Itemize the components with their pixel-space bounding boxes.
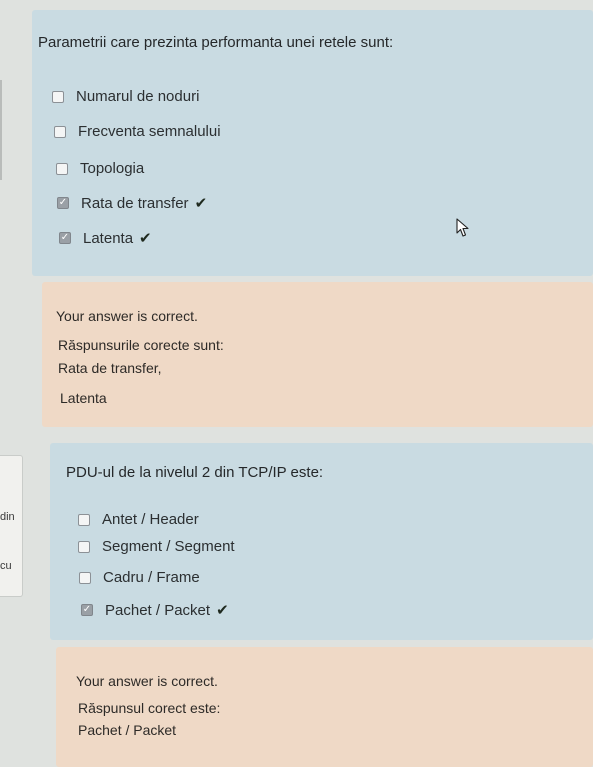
- correct-checkmark-icon: ✔: [139, 230, 152, 247]
- checkbox-icon[interactable]: [52, 90, 64, 103]
- option-label: Latenta: [83, 229, 134, 247]
- question-2-option[interactable]: Segment / Segment: [78, 538, 235, 555]
- question-1-panel: Parametrii care prezinta performanta une…: [32, 10, 593, 276]
- sidebar-fragment: din cu: [0, 455, 23, 597]
- question-1-option[interactable]: ✓ Rata de transfer ✔: [57, 194, 207, 212]
- option-label: Frecventa semnalului: [78, 123, 221, 140]
- feedback-1-status: Your answer is correct.: [56, 308, 198, 324]
- sidebar-fragment-text: din: [0, 511, 15, 523]
- question-1-option[interactable]: Numarul de noduri: [52, 88, 199, 105]
- question-1-option[interactable]: ✓ Latenta ✔: [59, 229, 152, 247]
- checkbox-icon[interactable]: [78, 540, 90, 553]
- correct-checkmark-icon: ✔: [216, 602, 229, 619]
- mouse-pointer-icon: [456, 218, 469, 237]
- question-1-text: Parametrii care prezinta performanta une…: [38, 34, 394, 51]
- feedback-2-status: Your answer is correct.: [76, 673, 218, 689]
- feedback-1-answer: Rata de transfer,: [58, 360, 162, 376]
- option-label: Pachet / Packet: [105, 601, 211, 619]
- checkbox-checked-icon[interactable]: ✓: [59, 232, 71, 244]
- option-label: Cadru / Frame: [103, 569, 200, 586]
- feedback-2-heading: Răspunsul corect este:: [78, 700, 221, 716]
- option-label: Segment / Segment: [102, 538, 235, 555]
- option-label: Topologia: [80, 160, 145, 177]
- question-1-option[interactable]: Topologia: [56, 160, 144, 177]
- feedback-1-heading: Răspunsurile corecte sunt:: [58, 337, 224, 353]
- question-2-text: PDU-ul de la nivelul 2 din TCP/IP este:: [66, 464, 324, 481]
- checkbox-icon[interactable]: [79, 571, 91, 584]
- feedback-2-panel: Your answer is correct. Răspunsul corect…: [56, 647, 593, 767]
- checkbox-icon[interactable]: [78, 513, 90, 526]
- correct-checkmark-icon: ✔: [194, 195, 208, 212]
- feedback-2-answer: Pachet / Packet: [78, 722, 177, 738]
- checkbox-icon[interactable]: [56, 162, 68, 175]
- option-label: Rata de transfer: [81, 194, 189, 212]
- page-left-border: [0, 80, 2, 180]
- question-2-option[interactable]: Antet / Header: [78, 511, 199, 528]
- sidebar-fragment-text: cu: [0, 560, 12, 572]
- feedback-1-panel: Your answer is correct. Răspunsurile cor…: [42, 282, 593, 427]
- feedback-1-answer: Latenta: [60, 390, 107, 406]
- question-2-option[interactable]: ✓ Pachet / Packet ✔: [81, 601, 229, 619]
- checkbox-checked-icon[interactable]: ✓: [57, 197, 69, 209]
- question-2-panel: PDU-ul de la nivelul 2 din TCP/IP este: …: [50, 443, 593, 640]
- question-2-option[interactable]: Cadru / Frame: [79, 569, 200, 586]
- checkbox-checked-icon[interactable]: ✓: [81, 604, 93, 616]
- option-label: Antet / Header: [102, 511, 199, 528]
- question-1-option[interactable]: Frecventa semnalului: [54, 123, 221, 140]
- option-label: Numarul de noduri: [76, 88, 200, 105]
- checkbox-icon[interactable]: [54, 125, 66, 138]
